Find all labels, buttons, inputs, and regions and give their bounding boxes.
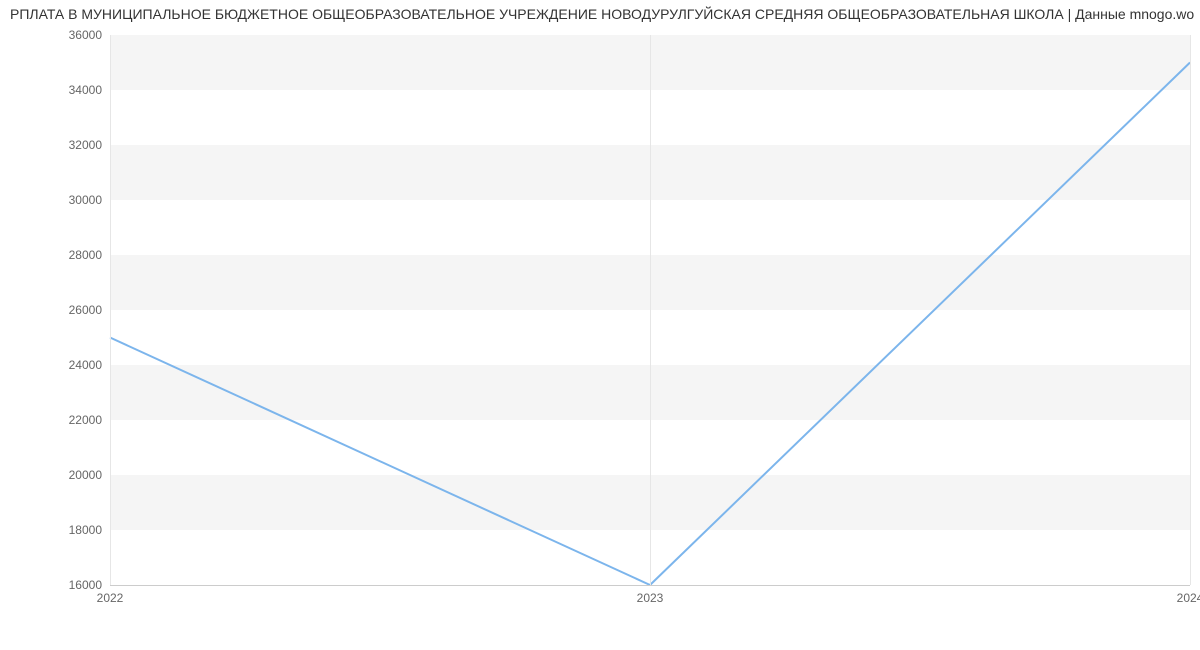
chart-title: РПЛАТА В МУНИЦИПАЛЬНОЕ БЮДЖЕТНОЕ ОБЩЕОБР… xyxy=(0,6,1200,22)
x-axis-line xyxy=(110,585,1190,586)
y-tick-label: 24000 xyxy=(69,358,110,372)
x-gridline xyxy=(1190,35,1191,585)
y-tick-label: 36000 xyxy=(69,28,110,42)
x-tick-label: 2024 xyxy=(1177,585,1200,605)
x-tick-label: 2022 xyxy=(97,585,124,605)
y-tick-label: 18000 xyxy=(69,523,110,537)
x-gridline xyxy=(110,35,111,585)
y-tick-label: 22000 xyxy=(69,413,110,427)
y-tick-label: 28000 xyxy=(69,248,110,262)
x-tick-label: 2023 xyxy=(637,585,664,605)
y-tick-label: 34000 xyxy=(69,83,110,97)
y-tick-label: 20000 xyxy=(69,468,110,482)
y-tick-label: 32000 xyxy=(69,138,110,152)
y-tick-label: 30000 xyxy=(69,193,110,207)
plot-area: 1600018000200002200024000260002800030000… xyxy=(110,35,1190,585)
y-tick-label: 26000 xyxy=(69,303,110,317)
chart-container: РПЛАТА В МУНИЦИПАЛЬНОЕ БЮДЖЕТНОЕ ОБЩЕОБР… xyxy=(0,0,1200,650)
x-gridline xyxy=(650,35,651,585)
